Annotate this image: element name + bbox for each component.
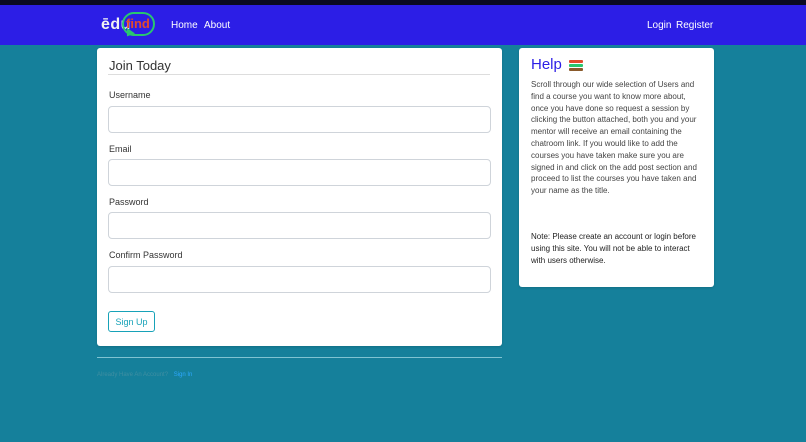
email-label: Email xyxy=(109,144,132,154)
footer-divider xyxy=(97,357,502,358)
username-label: Username xyxy=(109,90,151,100)
username-input[interactable] xyxy=(108,106,491,133)
help-title: Help xyxy=(531,56,562,73)
confirm-password-input[interactable] xyxy=(108,266,491,293)
nav-home-link[interactable]: Home xyxy=(171,20,198,31)
help-body-text: Scroll through our wide selection of Use… xyxy=(531,80,697,196)
logo-find-text: find xyxy=(126,16,150,31)
sign-up-button[interactable]: Sign Up xyxy=(108,311,155,332)
edufind-logo[interactable]: ēdu find xyxy=(101,10,157,40)
footer-prompt-text: Already Have An Account? xyxy=(97,372,169,378)
sign-in-link[interactable]: Sign In xyxy=(174,372,193,378)
nav-register-link[interactable]: Register xyxy=(676,20,713,31)
password-label: Password xyxy=(109,197,149,207)
help-card: Help Scroll through our wide selection o… xyxy=(519,48,714,287)
footer-signin-prompt: Already Have An Account? Sign In xyxy=(97,372,192,378)
confirm-password-label: Confirm Password xyxy=(109,250,183,260)
nav-about-link[interactable]: About xyxy=(204,20,230,31)
books-icon xyxy=(569,59,583,72)
join-form-card: Join Today Username Email Password Confi… xyxy=(97,48,502,346)
form-title-divider xyxy=(108,74,490,75)
navbar: ēdu find Home About Login Register xyxy=(0,5,806,45)
help-note-text: Note: Please create an account or login … xyxy=(531,232,696,265)
form-title: Join Today xyxy=(109,58,171,73)
password-input[interactable] xyxy=(108,212,491,239)
email-input[interactable] xyxy=(108,159,491,186)
nav-login-link[interactable]: Login xyxy=(647,20,671,31)
